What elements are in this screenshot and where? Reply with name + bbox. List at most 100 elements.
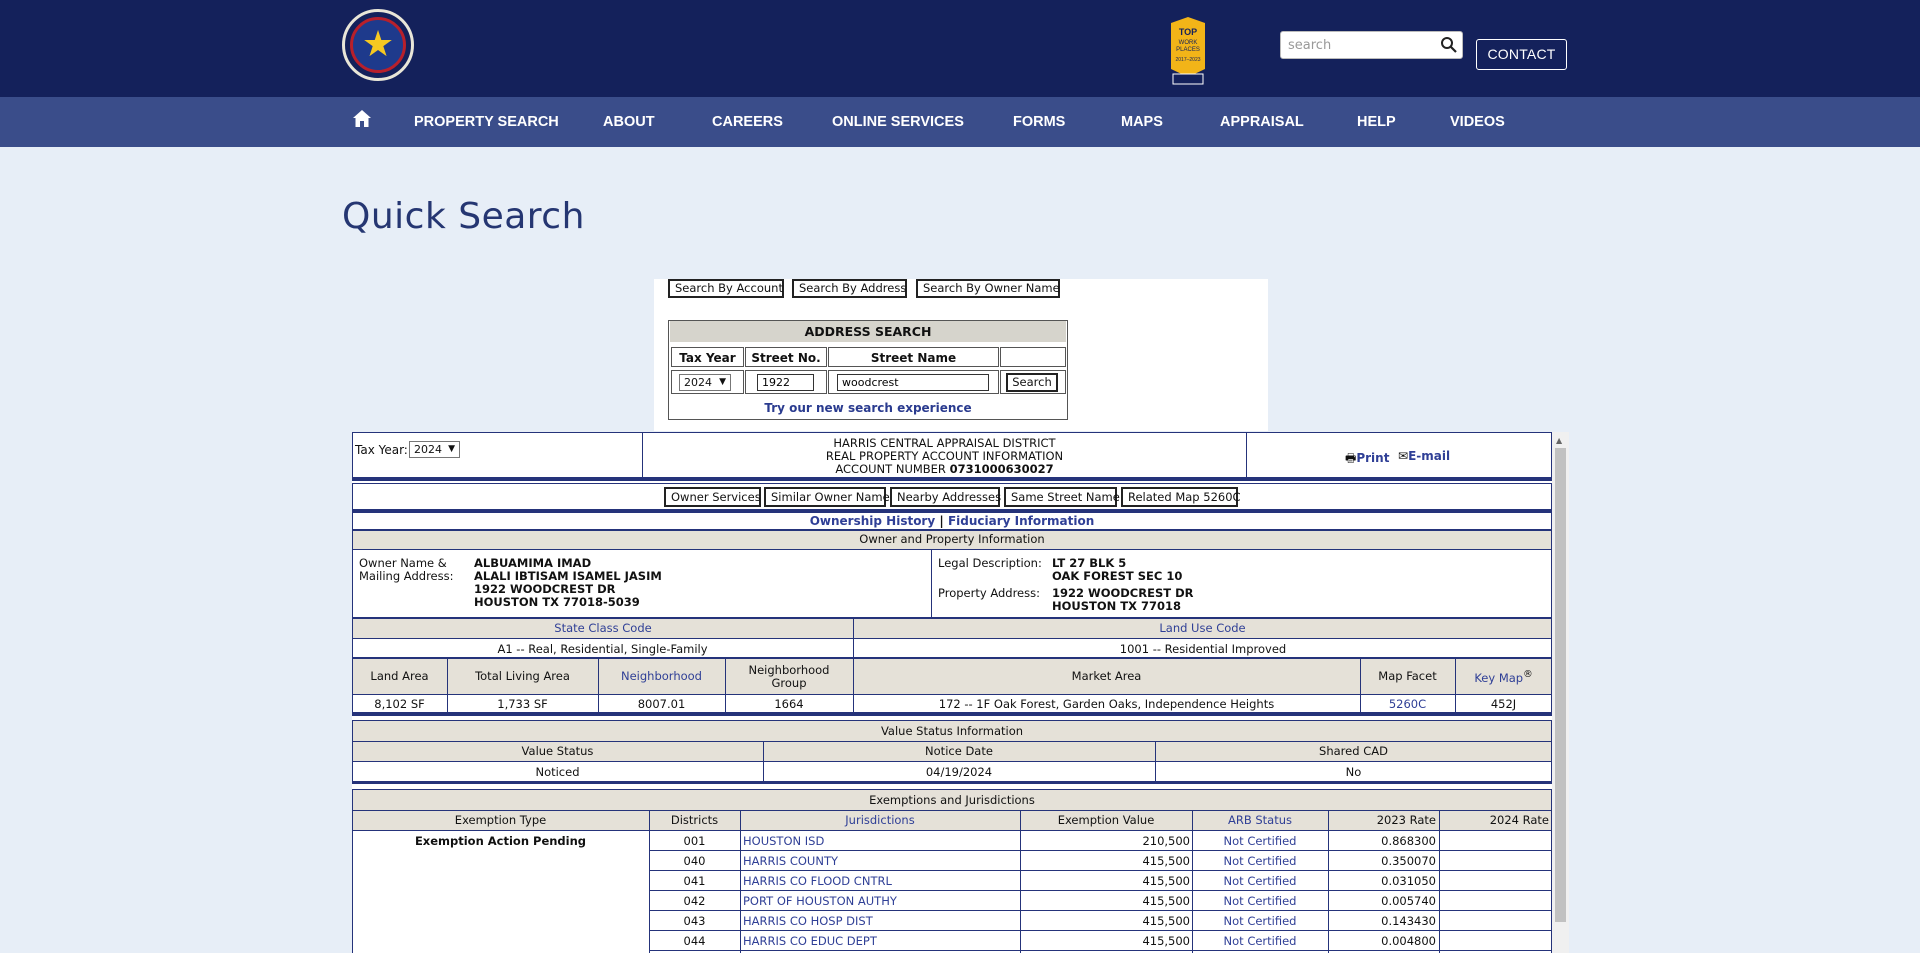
jurisdiction-link[interactable]: HOUSTON ISD [743,834,1020,848]
site-search-input[interactable] [1281,32,1431,58]
related-map-button[interactable]: Related Map 5260C [1121,487,1241,507]
search-by-account-button[interactable]: Search By Account [668,279,784,298]
scrollbar[interactable]: ▲ [1552,432,1569,953]
market-area-value: 172 -- 1F Oak Forest, Garden Oaks, Indep… [938,697,1275,711]
chevron-down-icon: ▼ [448,444,455,454]
jurisdiction-link[interactable]: HARRIS COUNTY [743,854,1020,868]
value-status-value: Noticed [535,765,580,779]
exemption-value: 415,500 [1142,854,1190,868]
search-icon[interactable] [1440,36,1458,54]
print-link[interactable]: 🖶Print [1345,449,1389,470]
legal-line-2: OAK FOREST SEC 10 [1052,569,1183,583]
key-map-header[interactable]: Key Map® [1455,669,1552,685]
main-nav: PROPERTY SEARCH ABOUT CAREERS ONLINE SER… [0,97,1920,147]
nav-property-search[interactable]: PROPERTY SEARCH [414,97,559,147]
state-class-code-header[interactable]: State Class Code [353,619,853,638]
rate-2023-header: 2023 Rate [1376,813,1436,827]
star-icon: ★ [350,17,406,73]
arb-status-link[interactable]: Not Certified [1192,854,1328,868]
exemption-value: 210,500 [1142,834,1190,848]
street-name-header: Street Name [828,347,999,367]
arb-status-link[interactable]: Not Certified [1192,914,1328,928]
ownership-history-link[interactable]: Ownership History [810,514,935,528]
search-by-address-button[interactable]: Search By Address [792,279,907,298]
district-code: 040 [683,854,706,868]
arb-status-link[interactable]: Not Certified [1192,834,1328,848]
jurisdiction-link[interactable]: HARRIS CO EDUC DEPT [743,934,1020,948]
page-title: Quick Search [342,196,585,237]
street-no-input[interactable] [757,374,814,391]
value-status-title: Value Status Information [353,721,1551,741]
neighborhood-value: 8007.01 [637,697,686,711]
land-area-value: 8,102 SF [374,697,425,711]
land-area-header: Land Area [370,669,429,683]
record-tax-year-select[interactable]: 2024 ▼ [409,441,460,458]
district-code: 042 [683,894,706,908]
divider [649,930,1552,931]
try-new-search-link[interactable]: Try our new search experience [670,398,1066,418]
nav-about[interactable]: ABOUT [603,97,655,147]
jurisdictions-header[interactable]: Jurisdictions [740,813,1020,827]
email-link[interactable]: ✉E-mail [1398,449,1450,463]
nav-careers[interactable]: CAREERS [712,97,783,147]
jurisdiction-link[interactable]: PORT OF HOUSTON AUTHY [743,894,1020,908]
address-search-button[interactable]: Search [1006,373,1058,392]
scrollbar-thumb[interactable] [1555,448,1566,922]
divider [1439,810,1440,953]
exemption-value: 415,500 [1142,934,1190,948]
exemptions-title: Exemptions and Jurisdictions [353,790,1551,810]
jurisdiction-link[interactable]: HARRIS CO FLOOD CNTRL [743,874,1020,888]
arb-status-header[interactable]: ARB Status [1192,813,1328,827]
similar-owner-name-button[interactable]: Similar Owner Name [764,487,890,507]
divider [649,910,1552,911]
street-name-input[interactable] [837,374,989,391]
owner-services-button[interactable]: Owner Services [664,487,761,507]
neighborhood-header[interactable]: Neighborhood [598,669,725,683]
owner-label-2: Mailing Address: [359,569,454,583]
rate-2023: 0.005740 [1381,894,1436,908]
arb-status-link[interactable]: Not Certified [1192,874,1328,888]
search-by-owner-name-button[interactable]: Search By Owner Name [916,279,1060,298]
tax-year-header: Tax Year [671,347,744,367]
home-icon[interactable] [352,109,372,129]
jurisdiction-link[interactable]: HARRIS CO HOSP DIST [743,914,1020,928]
nearby-addresses-button[interactable]: Nearby Addresses [890,487,1001,507]
state-class-code: A1 -- Real, Residential, Single-Family [497,642,708,656]
nav-online-services[interactable]: ONLINE SERVICES [832,97,964,147]
divider [649,890,1552,891]
address-search-title: ADDRESS SEARCH [670,321,1066,342]
svg-text:PLACES: PLACES [1176,47,1200,53]
top-header: ★ TOP WORK PLACES 2017–2023 CONTACT [0,0,1920,97]
fiduciary-information-link[interactable]: Fiduciary Information [948,514,1094,528]
mailing-street: 1922 WOODCREST DR [474,582,616,596]
exemption-value-header: Exemption Value [1057,813,1155,827]
nav-help[interactable]: HELP [1357,97,1396,147]
owner-label-1: Owner Name & [359,556,447,570]
tax-year-select[interactable]: 2024 ▼ [679,374,731,391]
rate-2023: 0.868300 [1381,834,1436,848]
envelope-icon: ✉ [1398,449,1409,463]
map-facet-link[interactable]: 5260C [1360,697,1455,711]
owner-name-2: ALALI IBTISAM ISAMEL JASIM [474,569,662,583]
divider [649,950,1552,951]
contact-button[interactable]: CONTACT [1476,39,1567,70]
arb-status-link[interactable]: Not Certified [1192,894,1328,908]
value-status-header: Value Status [521,744,594,758]
nav-appraisal[interactable]: APPRAISAL [1220,97,1304,147]
nav-videos[interactable]: VIDEOS [1450,97,1505,147]
district-code: 043 [683,914,706,928]
same-street-name-button[interactable]: Same Street Name [1004,487,1120,507]
shared-cad-header: Shared CAD [1319,744,1388,758]
rate-2023: 0.031050 [1381,874,1436,888]
divider [740,810,741,953]
nav-maps[interactable]: MAPS [1121,97,1163,147]
scroll-up-arrow-icon[interactable]: ▲ [1556,436,1562,445]
harris-central-appraisal-district-logo[interactable]: ★ [342,9,414,81]
land-use-code-header[interactable]: Land Use Code [854,619,1551,638]
arb-status-link[interactable]: Not Certified [1192,934,1328,948]
nav-forms[interactable]: FORMS [1013,97,1065,147]
districts-header: Districts [670,813,719,827]
account-number: 0731000630027 [949,462,1054,476]
exemption-value: 415,500 [1142,894,1190,908]
notice-date-header: Notice Date [925,744,993,758]
